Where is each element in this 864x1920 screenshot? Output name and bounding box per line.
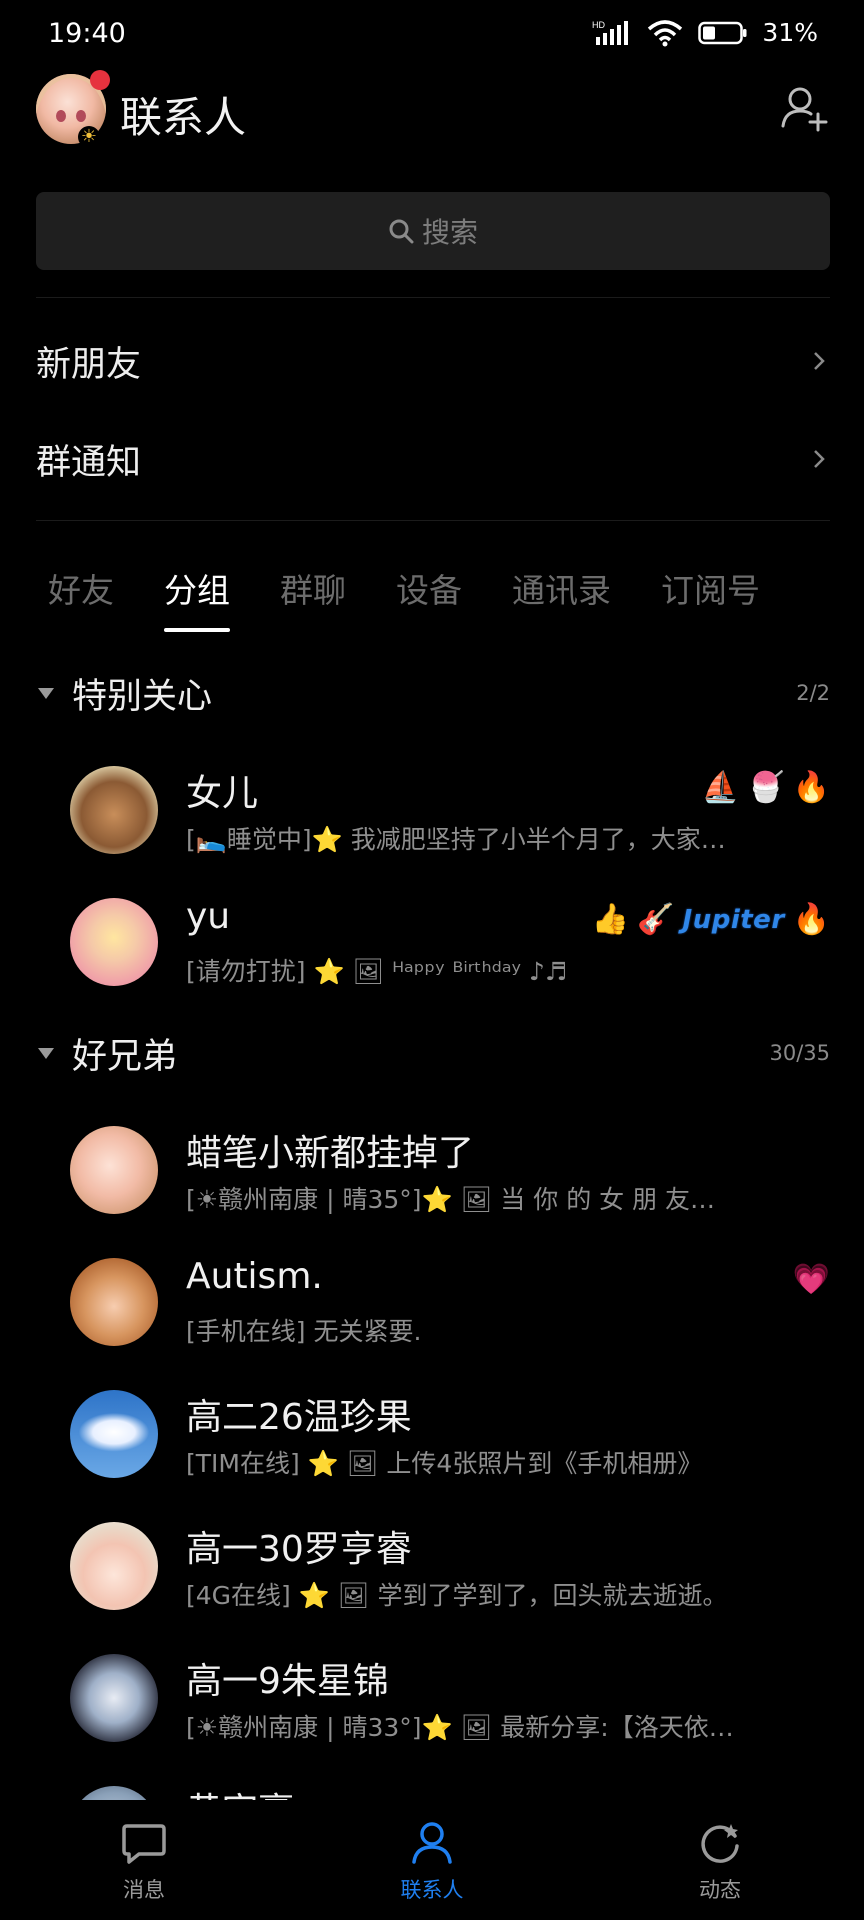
battery-icon bbox=[698, 21, 747, 44]
nav-label: 动态 bbox=[699, 1878, 741, 1902]
contact-item[interactable]: 高二26温珍果 [TIM在线] ⭐ 🖼 上传4张照片到《手机相册》 bbox=[70, 1380, 830, 1490]
contact-name: 蜡笔小新都挂掉了 bbox=[186, 1133, 475, 1174]
person-icon bbox=[412, 1822, 452, 1864]
sailboat-icon: ⛵ bbox=[701, 770, 740, 805]
page-title: 联系人 bbox=[120, 93, 247, 142]
contact-status: [🛌睡觉中]⭐ 我减肥坚持了小半个月了，大家… bbox=[186, 825, 726, 854]
contact-item[interactable]: yu [请勿打扰] ⭐ 🖼 ᴴᵃᵖᵖʸ ᴮⁱʳᵗʰᵈᵃʸ ♪♬ 👍 🎸 Jupi… bbox=[70, 888, 830, 998]
search-placeholder: 搜索 bbox=[421, 216, 478, 249]
group-header-special[interactable]: 特别关心 2/2 bbox=[36, 663, 830, 723]
contact-name: 高一9朱星锦 bbox=[186, 1661, 389, 1702]
contact-item[interactable]: 蜡笔小新都挂掉了 [☀赣州南康 | 晴35°]⭐ 🖼 当 你 的 女 朋 友… bbox=[70, 1116, 830, 1226]
active-tab-underline bbox=[164, 628, 230, 632]
divider bbox=[36, 297, 830, 298]
contact-status: [☀赣州南康 | 晴35°]⭐ 🖼 当 你 的 女 朋 友… bbox=[186, 1185, 716, 1214]
badges: 💗 bbox=[793, 1262, 830, 1297]
nav-label: 联系人 bbox=[400, 1878, 464, 1902]
contact-name: Autism. bbox=[186, 1256, 323, 1297]
nav-contacts[interactable]: 联系人 bbox=[288, 1804, 576, 1920]
tab-address-book[interactable]: 通讯录 bbox=[500, 564, 623, 612]
avatar bbox=[70, 1126, 158, 1214]
contact-name: 女儿 bbox=[186, 773, 259, 814]
tab-devices[interactable]: 设备 bbox=[384, 564, 474, 612]
group-count: 30/35 bbox=[769, 1041, 830, 1065]
status-indicators: HD 31% bbox=[592, 18, 818, 47]
contact-status: [☀赣州南康 | 晴33°]⭐ 🖼 最新分享:【洛天依… bbox=[186, 1713, 734, 1742]
collapse-triangle-icon bbox=[38, 688, 54, 699]
group-name: 好兄弟 bbox=[72, 1036, 178, 1077]
new-friends-row[interactable]: 新朋友 bbox=[36, 316, 830, 406]
contact-status: [手机在线] 无关紧要. bbox=[186, 1317, 422, 1346]
chevron-right-icon bbox=[814, 352, 825, 370]
battery-percent: 31% bbox=[762, 18, 818, 47]
refresh-star-icon bbox=[701, 1824, 739, 1863]
wifi-icon bbox=[648, 19, 683, 46]
contact-name: yu bbox=[186, 896, 231, 937]
unread-dot bbox=[90, 70, 110, 90]
avatar bbox=[70, 898, 158, 986]
heart-cake-icon: 💗 bbox=[792, 1262, 830, 1297]
jupiter-badge: Jupiter bbox=[682, 904, 785, 935]
avatar bbox=[70, 1654, 158, 1742]
badges: ⛵ 🍧 🔥 bbox=[702, 770, 830, 805]
contact-status: [请勿打扰] ⭐ 🖼 ᴴᵃᵖᵖʸ ᴮⁱʳᵗʰᵈᵃʸ ♪♬ bbox=[186, 957, 568, 986]
contact-status: [4G在线] ⭐ 🖼 学到了学到了，回头就去逝逝。 bbox=[186, 1581, 728, 1610]
svg-text:HD: HD bbox=[592, 20, 605, 30]
contact-name: 高一30罗亨睿 bbox=[186, 1529, 412, 1570]
add-contact-icon[interactable] bbox=[780, 84, 830, 134]
shaved-ice-icon: 🍧 bbox=[747, 770, 785, 805]
contact-item[interactable]: Autism. [手机在线] 无关紧要. 💗 bbox=[70, 1248, 830, 1358]
divider bbox=[36, 520, 830, 521]
fire-icon: 🔥 bbox=[792, 902, 830, 937]
tab-group-chats[interactable]: 群聊 bbox=[268, 564, 358, 612]
avatar bbox=[70, 1258, 158, 1346]
group-name: 特别关心 bbox=[72, 676, 213, 717]
weather-sun-icon: ☀ bbox=[78, 126, 100, 148]
avatar bbox=[70, 766, 158, 854]
status-time: 19:40 bbox=[48, 18, 126, 49]
avatar bbox=[70, 1522, 158, 1610]
contact-item[interactable]: 女儿 [🛌睡觉中]⭐ 我减肥坚持了小半个月了，大家… ⛵ 🍧 🔥 bbox=[70, 756, 830, 866]
group-notice-row[interactable]: 群通知 bbox=[36, 414, 830, 504]
guitar-icon: 🎸 bbox=[637, 902, 675, 937]
thumbs-up-icon: 👍 bbox=[591, 902, 630, 937]
badges: 👍 🎸 Jupiter 🔥 bbox=[592, 902, 830, 937]
search-input[interactable]: 搜索 bbox=[36, 192, 830, 270]
group-count: 2/2 bbox=[796, 681, 830, 705]
group-notice-label: 群通知 bbox=[36, 442, 142, 483]
group-header-brothers[interactable]: 好兄弟 30/35 bbox=[36, 1023, 830, 1083]
tab-friends[interactable]: 好友 bbox=[36, 564, 126, 612]
contact-item[interactable]: 高一30罗亨睿 [4G在线] ⭐ 🖼 学到了学到了，回头就去逝逝。 bbox=[70, 1512, 830, 1622]
contact-item[interactable]: 高一9朱星锦 [☀赣州南康 | 晴33°]⭐ 🖼 最新分享:【洛天依… bbox=[70, 1644, 830, 1754]
avatar bbox=[70, 1390, 158, 1478]
header: ☀ 联系人 bbox=[0, 66, 864, 176]
contact-status: [TIM在线] ⭐ 🖼 上传4张照片到《手机相册》 bbox=[186, 1449, 703, 1478]
fire-icon: 🔥 bbox=[792, 770, 830, 805]
status-bar: 19:40 HD 31% bbox=[0, 0, 864, 66]
nav-messages[interactable]: 消息 bbox=[0, 1804, 288, 1920]
nav-label: 消息 bbox=[123, 1878, 165, 1902]
bottom-nav: 消息 联系人 动态 bbox=[0, 1804, 864, 1920]
new-friends-label: 新朋友 bbox=[36, 344, 142, 385]
signal-icon: HD bbox=[592, 20, 629, 45]
tab-subscriptions[interactable]: 订阅号 bbox=[649, 564, 772, 612]
tab-groups[interactable]: 分组 bbox=[152, 564, 242, 632]
chat-bubble-icon bbox=[122, 1824, 166, 1864]
my-avatar[interactable]: ☀ bbox=[36, 70, 110, 148]
contact-name: 黄宇豪 bbox=[186, 1782, 294, 1800]
collapse-triangle-icon bbox=[38, 1048, 54, 1059]
avatar bbox=[70, 1786, 158, 1800]
contact-tabs: 好友 分组 群聊 设备 通讯录 订阅号 bbox=[36, 548, 830, 632]
chevron-right-icon bbox=[814, 450, 825, 468]
contact-name: 高二26温珍果 bbox=[186, 1397, 412, 1438]
search-icon bbox=[389, 219, 414, 244]
contact-item[interactable]: 黄宇豪 bbox=[70, 1776, 830, 1800]
nav-moments[interactable]: 动态 bbox=[576, 1804, 864, 1920]
